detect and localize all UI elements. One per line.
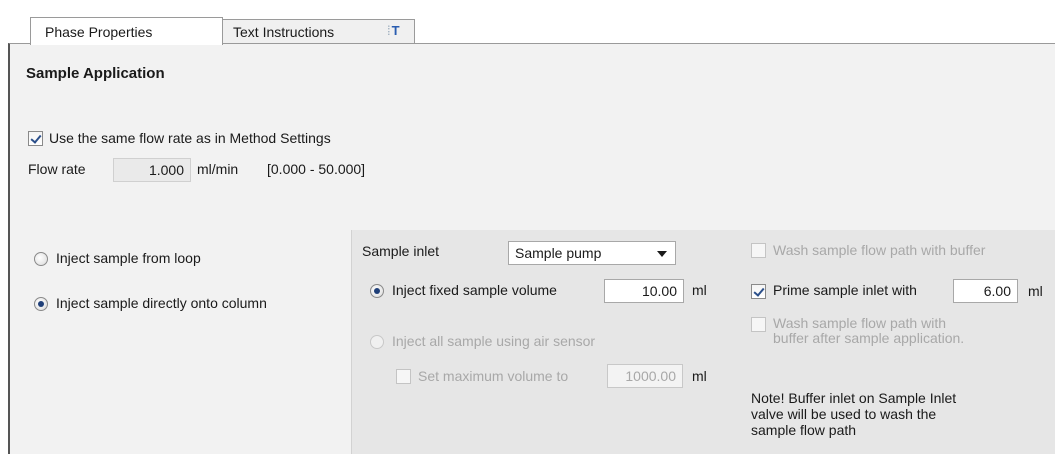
fixed-volume-input[interactable]: 10.00: [604, 279, 684, 303]
note-line3: sample flow path: [751, 422, 857, 438]
wash-before-label: Wash sample flow path with buffer: [773, 242, 986, 258]
same-flow-rate-label: Use the same flow rate as in Method Sett…: [49, 130, 331, 146]
flow-rate-label: Flow rate: [28, 161, 86, 177]
max-volume-unit: ml: [692, 368, 707, 384]
tab-text-instructions[interactable]: Text Instructions ⁞ T: [222, 19, 415, 44]
wash-before-checkbox[interactable]: [751, 243, 766, 258]
inject-air-sensor-radio[interactable]: [370, 335, 384, 349]
tab-strip: Phase Properties Text Instructions ⁞ T: [0, 0, 1055, 45]
inject-from-loop-radio[interactable]: [34, 252, 48, 266]
inject-air-sensor-label: Inject all sample using air sensor: [392, 333, 596, 349]
prime-inlet-checkbox[interactable]: [751, 284, 766, 299]
same-flow-rate-checkbox[interactable]: [28, 131, 43, 146]
inject-from-loop-label: Inject sample from loop: [56, 250, 201, 266]
sample-settings-panel: Sample inlet Sample pump Inject fixed sa…: [351, 230, 1055, 454]
max-volume-input[interactable]: 1000.00: [607, 364, 683, 388]
prime-volume-input[interactable]: 6.00: [953, 279, 1018, 303]
chevron-down-icon: [657, 251, 667, 257]
note-line1: Note! Buffer inlet on Sample Inlet: [751, 390, 957, 406]
fixed-volume-unit: ml: [692, 282, 707, 298]
tab-text-instructions-label: Text Instructions: [233, 24, 335, 40]
max-volume-checkbox[interactable]: [396, 369, 411, 384]
sample-inlet-select[interactable]: Sample pump: [508, 241, 676, 265]
tab-phase-properties-label: Phase Properties: [45, 23, 153, 40]
inject-fixed-volume-label: Inject fixed sample volume: [392, 282, 557, 298]
max-volume-label: Set maximum volume to: [418, 368, 569, 384]
wash-after-checkbox[interactable]: [751, 317, 766, 332]
sample-inlet-value: Sample pump: [515, 245, 602, 261]
section-title: Sample Application: [26, 65, 165, 82]
wash-after-label-line2: buffer after sample application.: [773, 330, 965, 346]
wash-after-label-line1: Wash sample flow path with: [773, 315, 946, 331]
text-instructions-icon: ⁞ T: [387, 23, 400, 38]
prime-inlet-label: Prime sample inlet with: [773, 282, 917, 298]
flow-rate-range: [0.000 - 50.000]: [267, 161, 366, 177]
inject-fixed-volume-radio[interactable]: [370, 284, 384, 298]
inject-directly-label: Inject sample directly onto column: [56, 295, 267, 311]
tab-phase-properties[interactable]: Phase Properties: [30, 17, 223, 45]
prime-volume-unit: ml: [1028, 283, 1043, 299]
inject-directly-radio[interactable]: [34, 297, 48, 311]
sample-inlet-label: Sample inlet: [362, 243, 440, 259]
phase-properties-panel: Sample Application Use the same flow rat…: [8, 43, 1055, 454]
note-line2: valve will be used to wash the: [751, 406, 937, 422]
flow-rate-unit: ml/min: [197, 161, 239, 177]
flow-rate-field: 1.000: [113, 158, 191, 182]
